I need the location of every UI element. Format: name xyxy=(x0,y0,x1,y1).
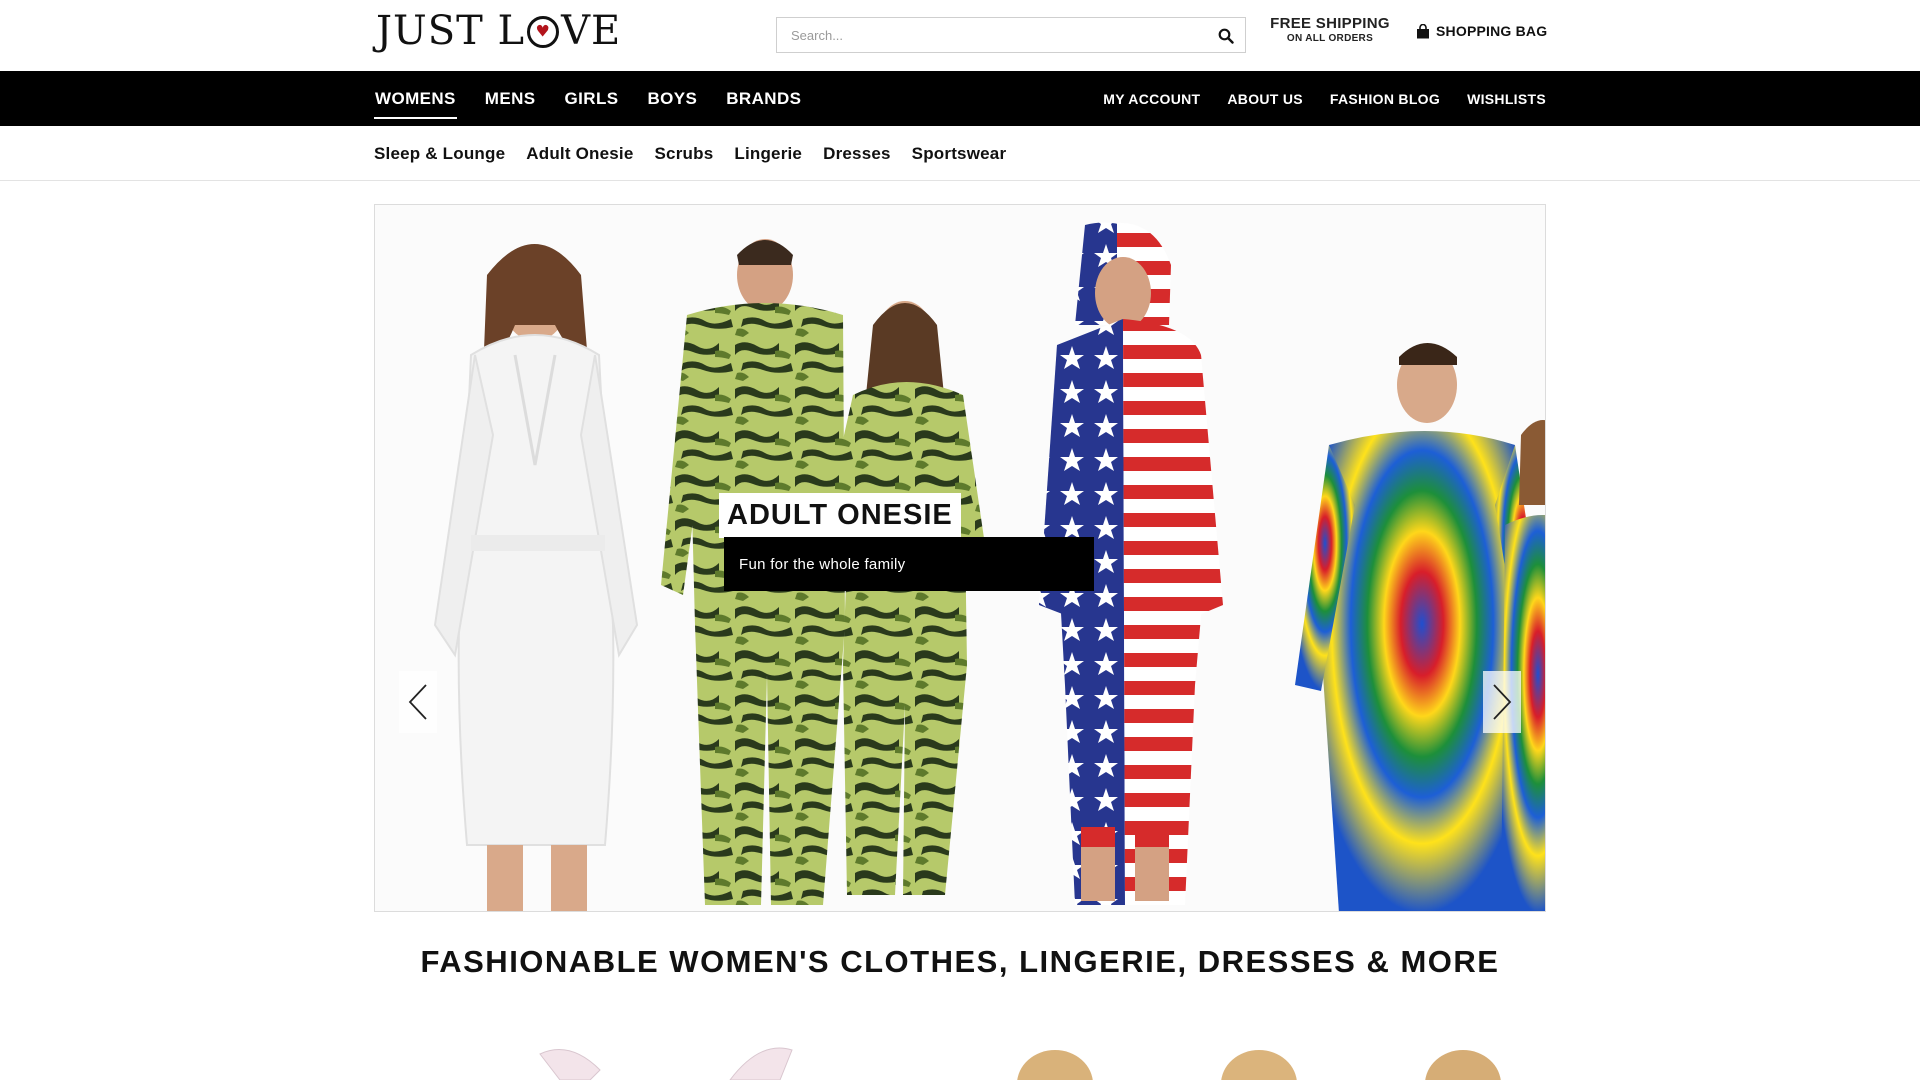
model-hair-image xyxy=(1221,1050,1297,1080)
main-nav-utility: MY ACCOUNT ABOUT US FASHION BLOG WISHLIS… xyxy=(1103,71,1546,126)
nav-item-womens[interactable]: WOMENS xyxy=(374,85,457,119)
chevron-left-icon xyxy=(408,684,427,720)
slider-next-button[interactable] xyxy=(1483,671,1521,733)
shopping-bag-label: SHOPPING BAG xyxy=(1436,23,1548,39)
logo-text-end: VE xyxy=(561,8,622,54)
product-image-bunny[interactable] xyxy=(530,1040,810,1080)
logo-text-start: JUST L xyxy=(376,8,526,54)
free-shipping-notice: FREE SHIPPING ON ALL ORDERS xyxy=(1268,15,1392,44)
slider-prev-button[interactable] xyxy=(399,671,437,733)
hero-subtitle[interactable]: Fun for the whole family xyxy=(724,537,1094,591)
bunny-ears-image xyxy=(539,1047,793,1080)
free-shipping-subtitle: ON ALL ORDERS xyxy=(1286,33,1374,44)
model-hair-image xyxy=(1017,1050,1093,1080)
nav-item-boys[interactable]: BOYS xyxy=(646,85,698,113)
nav-item-about-us[interactable]: ABOUT US xyxy=(1227,91,1303,107)
search-icon xyxy=(1218,28,1234,44)
subnav-item-adult-onesie[interactable]: Adult Onesie xyxy=(526,144,633,164)
shopping-bag-link[interactable]: SHOPPING BAG xyxy=(1416,23,1547,39)
hero-slider[interactable]: ADULT ONESIE Fun for the whole family xyxy=(374,204,1546,912)
subnav-item-dresses[interactable]: Dresses xyxy=(823,144,891,164)
search-button[interactable] xyxy=(1213,23,1239,49)
main-nav: WOMENS MENS GIRLS BOYS BRANDS MY ACCOUNT… xyxy=(0,71,1920,126)
logo-heart-icon: ♥ xyxy=(527,16,560,48)
search-input[interactable] xyxy=(777,18,1197,52)
nav-item-my-account[interactable]: MY ACCOUNT xyxy=(1103,91,1200,107)
site-logo[interactable]: JUST L ♥ VE xyxy=(376,8,621,54)
nav-item-fashion-blog[interactable]: FASHION BLOG xyxy=(1330,91,1440,107)
product-image-model-2[interactable] xyxy=(1214,1040,1304,1080)
sub-nav-items: Sleep & Lounge Adult Onesie Scrubs Linge… xyxy=(374,126,1006,181)
product-image-model-1[interactable] xyxy=(1010,1040,1100,1080)
nav-item-mens[interactable]: MENS xyxy=(484,85,537,113)
subnav-item-sleep-lounge[interactable]: Sleep & Lounge xyxy=(374,144,505,164)
site-header: JUST L ♥ VE FREE SHIPPING ON ALL ORDERS … xyxy=(0,0,1920,71)
hero-title: ADULT ONESIE xyxy=(719,493,961,538)
free-shipping-title: FREE SHIPPING xyxy=(1270,15,1390,32)
subnav-item-sportswear[interactable]: Sportswear xyxy=(912,144,1007,164)
sub-nav: Sleep & Lounge Adult Onesie Scrubs Linge… xyxy=(0,126,1920,181)
subnav-item-lingerie[interactable]: Lingerie xyxy=(734,144,802,164)
product-image-model-3[interactable] xyxy=(1418,1040,1508,1080)
shopping-bag-icon xyxy=(1417,23,1429,38)
search-box xyxy=(776,17,1246,53)
section-heading: FASHIONABLE WOMEN'S CLOTHES, LINGERIE, D… xyxy=(420,944,1500,979)
nav-item-wishlists[interactable]: WISHLISTS xyxy=(1467,91,1546,107)
main-nav-categories: WOMENS MENS GIRLS BOYS BRANDS xyxy=(374,71,802,126)
heart-icon: ♥ xyxy=(535,21,551,41)
chevron-right-icon xyxy=(1493,684,1512,720)
nav-item-girls[interactable]: GIRLS xyxy=(564,85,620,113)
nav-item-brands[interactable]: BRANDS xyxy=(725,85,802,113)
model-hair-image xyxy=(1425,1050,1501,1080)
subnav-item-scrubs[interactable]: Scrubs xyxy=(655,144,714,164)
